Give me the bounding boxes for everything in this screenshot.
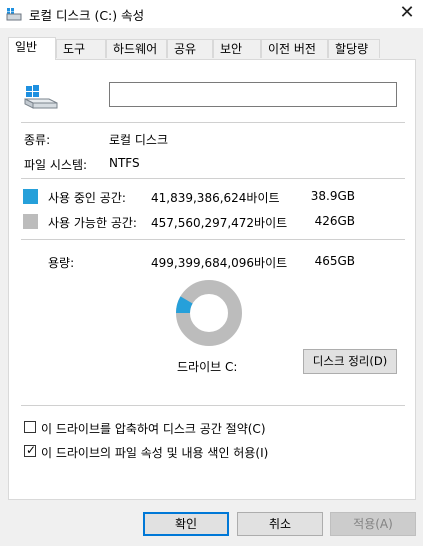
tab-security[interactable]: 보안 (213, 39, 261, 58)
close-icon: ✕ (399, 2, 415, 23)
capacity-size: 465GB (314, 254, 355, 268)
drive-name-input[interactable] (109, 82, 397, 107)
drive-large-icon (24, 85, 58, 109)
drive-icon (6, 8, 22, 21)
tab-hardware[interactable]: 하드웨어 (106, 39, 167, 58)
filesystem-label: 파일 시스템: (24, 158, 88, 172)
general-panel: 종류: 로컬 디스크 파일 시스템: NTFS 사용 중인 공간: 41,839… (8, 59, 416, 500)
index-label: 이 드라이브의 파일 속성 및 내용 색인 허용(I) (41, 446, 269, 460)
divider (21, 239, 405, 240)
tab-general[interactable]: 일반 (8, 37, 56, 60)
checkmark-icon: ✓ (26, 443, 37, 457)
divider (21, 405, 405, 406)
used-space-label: 사용 중인 공간: (48, 191, 126, 205)
tab-tools[interactable]: 도구 (56, 39, 106, 58)
capacity-bytes: 499,399,684,096바이트 (151, 256, 288, 270)
tab-strip: 일반 도구 하드웨어 공유 보안 이전 버전 할당량 (8, 37, 418, 60)
used-space-swatch (23, 189, 38, 204)
apply-button[interactable]: 적용(A) (330, 512, 416, 536)
free-space-arc (176, 280, 242, 346)
free-space-swatch (23, 214, 38, 229)
compress-checkbox[interactable] (24, 421, 36, 433)
ok-button[interactable]: 확인 (143, 512, 229, 536)
capacity-label: 용량: (48, 256, 75, 270)
disk-usage-donut (176, 280, 242, 346)
tab-quota[interactable]: 할당량 (328, 39, 380, 58)
free-space-bytes: 457,560,297,472바이트 (151, 216, 288, 230)
cancel-button[interactable]: 취소 (237, 512, 323, 536)
free-space-size: 426GB (314, 214, 355, 228)
drive-letter-label: 드라이브 C: (177, 360, 238, 374)
disk-cleanup-button[interactable]: 디스크 정리(D) (303, 349, 397, 374)
used-space-bytes: 41,839,386,624바이트 (151, 191, 280, 205)
type-label: 종류: (24, 133, 51, 147)
type-value: 로컬 디스크 (109, 133, 169, 147)
divider (21, 122, 405, 123)
window-title: 로컬 디스크 (C:) 속성 (29, 8, 145, 23)
compress-label: 이 드라이브를 압축하여 디스크 공간 절약(C) (41, 422, 266, 436)
close-button[interactable]: ✕ (391, 0, 423, 28)
divider (21, 178, 405, 179)
tab-sharing[interactable]: 공유 (167, 39, 213, 58)
title-bar: 로컬 디스크 (C:) 속성 ✕ (0, 0, 423, 28)
used-space-size: 38.9GB (310, 189, 355, 203)
free-space-label: 사용 가능한 공간: (48, 216, 137, 230)
index-checkbox[interactable]: ✓ (24, 443, 37, 457)
filesystem-value: NTFS (109, 156, 140, 170)
tab-previous-versions[interactable]: 이전 버전 (261, 39, 328, 58)
